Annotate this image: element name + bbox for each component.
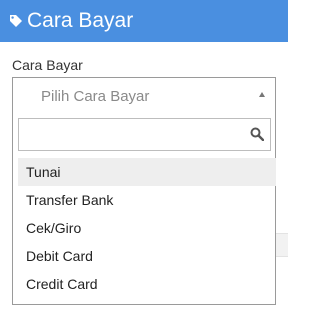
search-icon [250,127,264,141]
modal-title: Cara Bayar [27,9,134,32]
search-input[interactable] [25,120,249,151]
payment-method-select[interactable]: Pilih Cara Bayar [12,77,276,115]
option-debit-card[interactable]: Debit Card [18,242,276,270]
select-placeholder: Pilih Cara Bayar [41,88,150,105]
select-dropdown: Tunai Transfer Bank Cek/Giro Debit Card … [12,114,276,305]
caret-up-icon [259,92,265,97]
tag-icon [10,15,22,27]
modal-header: Cara Bayar [0,0,288,42]
option-cek-giro[interactable]: Cek/Giro [18,214,276,242]
option-credit-card[interactable]: Credit Card [18,270,276,298]
field-label: Cara Bayar [12,57,83,73]
option-list: Tunai Transfer Bank Cek/Giro Debit Card … [18,158,276,298]
search-box [18,118,271,151]
background-row [276,233,288,257]
option-tunai[interactable]: Tunai [18,158,276,186]
option-transfer-bank[interactable]: Transfer Bank [18,186,276,214]
